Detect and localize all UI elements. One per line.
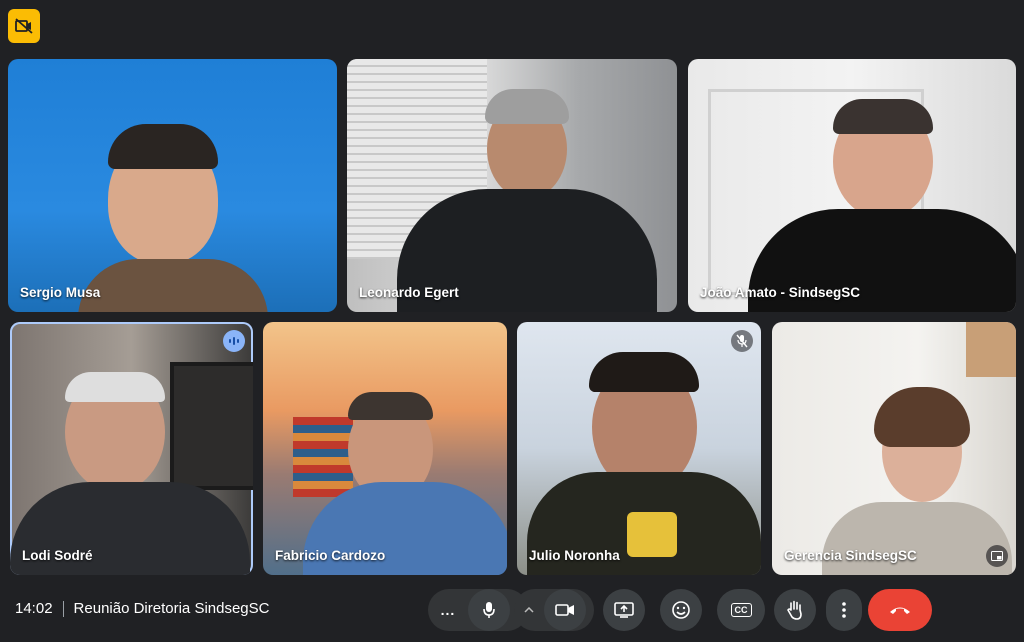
participant-name: Gerencia SindsegSC	[784, 548, 917, 563]
more-options-button[interactable]	[826, 589, 862, 631]
camera-button[interactable]	[544, 589, 586, 631]
present-screen-icon	[614, 602, 634, 618]
audio-level-icon	[229, 337, 239, 345]
shelf	[966, 322, 1016, 377]
participant-tile-fabricio[interactable]: Fabricio Cardozo	[263, 322, 507, 575]
end-call-icon	[890, 607, 910, 614]
more-vert-icon	[842, 602, 846, 618]
picture-in-picture-button[interactable]	[986, 545, 1008, 567]
meeting-info: 14:02 Reunião Diretoria SindsegSC	[15, 600, 269, 617]
end-call-button[interactable]	[868, 589, 932, 631]
participant-video	[397, 89, 657, 312]
participant-tile-gerencia[interactable]: Gerencia SindsegSC	[772, 322, 1016, 575]
participant-tile-sergio[interactable]: Sergio Musa	[8, 59, 337, 312]
mic-off-icon	[736, 334, 748, 348]
participant-name: Julio Noronha	[529, 548, 620, 563]
speaking-indicator	[223, 330, 245, 352]
raise-hand-icon	[787, 600, 802, 620]
present-button[interactable]	[603, 589, 645, 631]
camera-off-icon	[15, 18, 33, 34]
raise-hand-button[interactable]	[774, 589, 816, 631]
participant-name: Leonardo Egert	[359, 285, 459, 300]
audio-options-button[interactable]: ...	[428, 589, 468, 631]
participant-video	[822, 387, 1012, 575]
captions-icon: CC	[730, 603, 752, 617]
video-options-button[interactable]	[514, 589, 544, 631]
participant-video	[78, 119, 268, 312]
participant-video	[10, 372, 253, 575]
meeting-title: Reunião Diretoria SindsegSC	[73, 600, 270, 617]
reactions-button[interactable]	[660, 589, 702, 631]
mic-button[interactable]	[468, 589, 510, 631]
captions-button[interactable]: CC	[717, 589, 765, 631]
mic-icon	[483, 602, 495, 618]
participant-name: Sergio Musa	[20, 285, 101, 300]
participant-tile-leonardo[interactable]: Leonardo Egert	[347, 59, 677, 312]
participant-video	[527, 342, 761, 575]
meeting-time: 14:02	[15, 600, 53, 617]
pip-icon	[991, 551, 1003, 561]
camera-group	[514, 589, 594, 631]
muted-indicator	[731, 330, 753, 352]
divider	[62, 600, 64, 617]
video-off-badge[interactable]	[8, 9, 40, 43]
dots-label: ...	[440, 602, 456, 618]
participant-name: Lodi Sodré	[22, 548, 93, 563]
participant-tile-lodi[interactable]: Lodi Sodré	[10, 322, 253, 575]
camera-icon	[555, 604, 574, 616]
participant-name: João Amato - SindsegSC	[700, 285, 861, 300]
emoji-icon	[672, 601, 690, 619]
participant-tile-julio[interactable]: Julio Noronha	[517, 322, 761, 575]
participant-tile-joao[interactable]: João Amato - SindsegSC	[688, 59, 1016, 312]
mic-group: ...	[428, 589, 528, 631]
participant-video	[738, 99, 1016, 312]
participant-name: Fabricio Cardozo	[275, 548, 386, 563]
chevron-up-icon	[524, 607, 534, 613]
